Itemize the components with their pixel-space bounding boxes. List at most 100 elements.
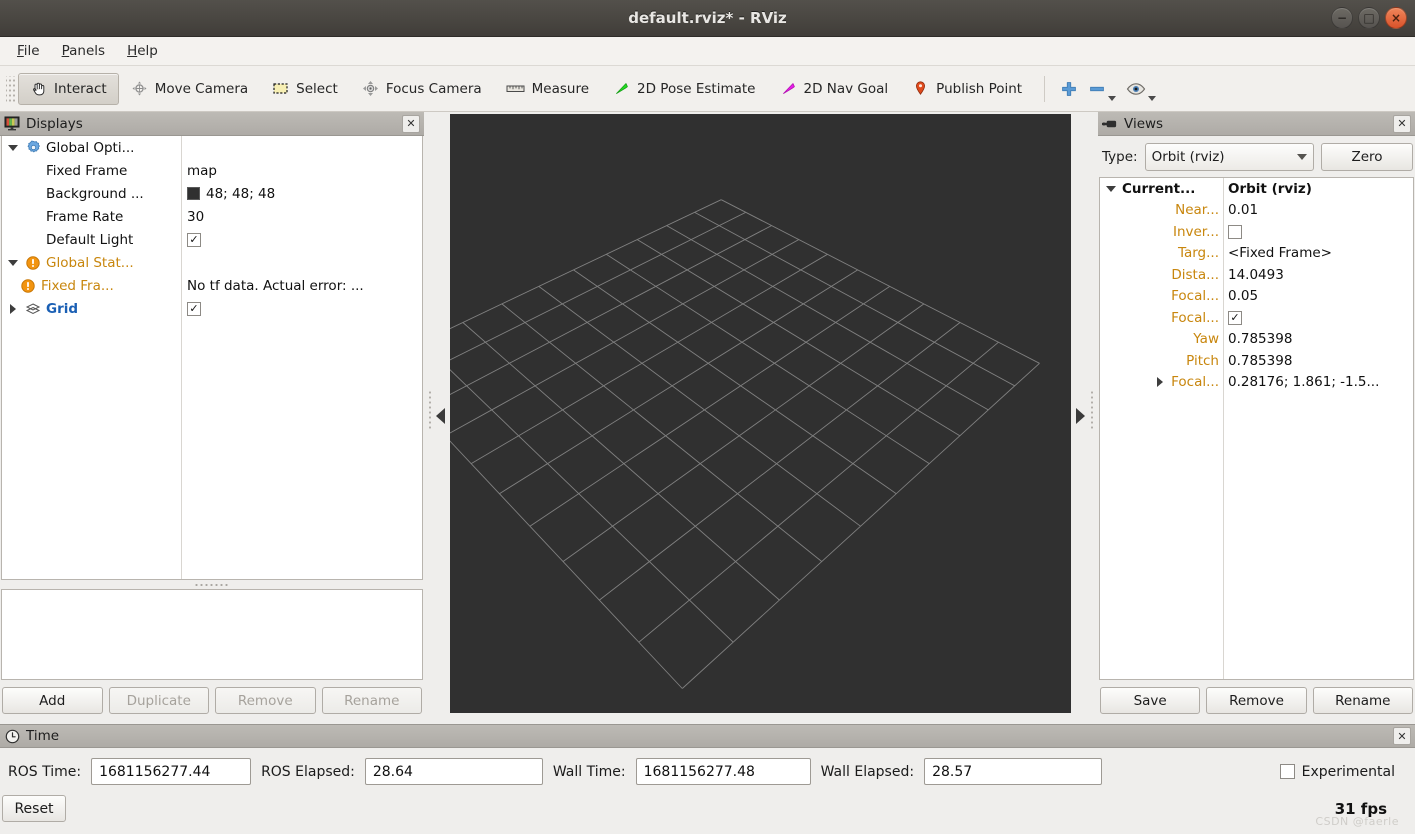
- tool-add-panel[interactable]: [1055, 73, 1083, 105]
- collapse-left-arrow-icon[interactable]: [435, 408, 445, 424]
- tree-value-default-light[interactable]: ✓: [181, 232, 422, 247]
- tree-value-frame-rate[interactable]: 30: [181, 209, 422, 225]
- add-button[interactable]: Add: [2, 687, 103, 714]
- views-item-distance[interactable]: Dista...: [1100, 267, 1223, 283]
- views-value-pitch[interactable]: 0.785398: [1223, 353, 1413, 369]
- table-row[interactable]: Dista... 14.0493: [1100, 264, 1413, 286]
- table-row[interactable]: Focal... 0.28176; 1.861; -1.5...: [1100, 372, 1413, 394]
- tool-focus-camera[interactable]: Focus Camera: [350, 73, 494, 105]
- views-item-current-view[interactable]: Current...: [1100, 181, 1223, 197]
- tree-item-fixed-frame[interactable]: Fixed Frame: [2, 163, 181, 179]
- table-row[interactable]: Inver...: [1100, 221, 1413, 243]
- tree-item-global-status[interactable]: Global Stat...: [2, 255, 181, 271]
- duplicate-button[interactable]: Duplicate: [108, 687, 209, 714]
- table-row[interactable]: Near... 0.01: [1100, 200, 1413, 222]
- view-type-dropdown[interactable]: Orbit (rviz): [1144, 143, 1314, 171]
- views-remove-button[interactable]: Remove: [1206, 687, 1307, 714]
- views-rename-button[interactable]: Rename: [1312, 687, 1413, 714]
- invert-z-checkbox[interactable]: [1228, 224, 1242, 239]
- table-row[interactable]: Fixed Frame map: [2, 159, 422, 182]
- ros-time-input[interactable]: 1681156277.44: [91, 758, 252, 785]
- displays-tree[interactable]: Global Opti... Fixed Frame map Backgroun…: [1, 136, 423, 580]
- views-item-near-clip[interactable]: Near...: [1100, 202, 1223, 218]
- right-splitter[interactable]: [1071, 112, 1098, 720]
- 3d-viewport[interactable]: [450, 114, 1071, 713]
- tree-item-background-color[interactable]: Background ...: [2, 186, 181, 202]
- table-row[interactable]: Fixed Fra... No tf data. Actual error: .…: [2, 274, 422, 297]
- close-button[interactable]: ×: [1385, 7, 1407, 29]
- tree-value-grid[interactable]: ✓: [181, 301, 422, 316]
- tool-select[interactable]: Select: [260, 73, 350, 105]
- views-value-focal-point[interactable]: 0.28176; 1.861; -1.5...: [1223, 374, 1413, 390]
- views-item-focal-shape-size[interactable]: Focal...: [1100, 288, 1223, 304]
- table-row[interactable]: Frame Rate 30: [2, 205, 422, 228]
- default-light-checkbox[interactable]: ✓: [187, 232, 201, 247]
- table-row[interactable]: Focal... ✓: [1100, 307, 1413, 329]
- views-item-pitch[interactable]: Pitch: [1100, 353, 1223, 369]
- maximize-button[interactable]: □: [1358, 7, 1380, 29]
- tool-2d-nav-goal[interactable]: 2D Nav Goal: [768, 73, 901, 105]
- table-row[interactable]: Current... Orbit (rviz): [1100, 178, 1413, 200]
- displays-splitter-handle[interactable]: [0, 580, 424, 589]
- table-row[interactable]: Focal... 0.05: [1100, 286, 1413, 308]
- views-value-yaw[interactable]: 0.785398: [1223, 331, 1413, 347]
- table-row[interactable]: Default Light ✓: [2, 228, 422, 251]
- views-value-focal-shape-size[interactable]: 0.05: [1223, 288, 1413, 304]
- chevron-down-icon-2[interactable]: [1148, 95, 1157, 101]
- twisty-down-icon-3[interactable]: [1104, 185, 1118, 192]
- wall-elapsed-input[interactable]: 28.57: [924, 758, 1103, 785]
- menu-panels[interactable]: Panels: [53, 40, 114, 62]
- zero-button[interactable]: Zero: [1321, 143, 1413, 171]
- grid-checkbox[interactable]: ✓: [187, 301, 201, 316]
- twisty-down-icon-2[interactable]: [6, 259, 20, 266]
- twisty-right-icon-2[interactable]: [1153, 377, 1167, 388]
- views-value-invert-z[interactable]: [1223, 224, 1413, 239]
- minimize-button[interactable]: −: [1331, 7, 1353, 29]
- table-row[interactable]: Global Opti...: [2, 136, 422, 159]
- displays-panel-close-button[interactable]: ✕: [402, 114, 420, 133]
- tree-value-fixed-frame-status[interactable]: No tf data. Actual error: ...: [181, 278, 422, 294]
- expand-right-arrow-icon[interactable]: [1076, 408, 1085, 424]
- tool-visibility[interactable]: [1121, 73, 1161, 105]
- tool-move-camera[interactable]: Move Camera: [119, 73, 260, 105]
- views-item-yaw[interactable]: Yaw: [1100, 331, 1223, 347]
- tree-item-global-options[interactable]: Global Opti...: [2, 140, 181, 156]
- tree-item-default-light[interactable]: Default Light: [2, 232, 181, 248]
- experimental-checkbox[interactable]: [1279, 764, 1295, 779]
- tool-measure[interactable]: Measure: [494, 73, 601, 105]
- twisty-down-icon[interactable]: [6, 144, 20, 151]
- focal-shape-fixed-checkbox[interactable]: ✓: [1228, 310, 1242, 325]
- tree-value-fixed-frame[interactable]: map: [181, 163, 422, 179]
- views-item-invert-z[interactable]: Inver...: [1100, 224, 1223, 240]
- remove-button[interactable]: Remove: [215, 687, 316, 714]
- tree-item-fixed-frame-status[interactable]: Fixed Fra...: [2, 278, 181, 294]
- menu-help[interactable]: Help: [118, 40, 167, 62]
- table-row[interactable]: Yaw 0.785398: [1100, 329, 1413, 351]
- table-row[interactable]: Pitch 0.785398: [1100, 350, 1413, 372]
- toolbar-grip[interactable]: [6, 75, 15, 102]
- tree-item-grid[interactable]: Grid: [2, 301, 181, 317]
- table-row[interactable]: Global Stat...: [2, 251, 422, 274]
- chevron-down-icon[interactable]: [1108, 95, 1117, 101]
- tree-value-background-color[interactable]: 48; 48; 48: [181, 186, 422, 202]
- views-item-focal-shape-fixed[interactable]: Focal...: [1100, 310, 1223, 326]
- views-item-focal-point[interactable]: Focal...: [1100, 374, 1223, 390]
- ros-elapsed-input[interactable]: 28.64: [364, 758, 543, 785]
- tool-interact[interactable]: Interact: [18, 72, 119, 105]
- twisty-right-icon[interactable]: [6, 303, 20, 314]
- reset-button[interactable]: Reset: [2, 795, 66, 822]
- rename-button[interactable]: Rename: [321, 687, 422, 714]
- table-row[interactable]: Background ... 48; 48; 48: [2, 182, 422, 205]
- views-value-focal-shape-fixed[interactable]: ✓: [1223, 310, 1413, 325]
- time-panel-close-button[interactable]: ✕: [1393, 727, 1411, 745]
- views-panel-close-button[interactable]: ✕: [1393, 114, 1411, 133]
- views-value-target-frame[interactable]: <Fixed Frame>: [1223, 245, 1413, 261]
- views-tree[interactable]: Current... Orbit (rviz) Near... 0.01 Inv…: [1099, 177, 1414, 680]
- tool-publish-point[interactable]: Publish Point: [900, 73, 1034, 105]
- views-save-button[interactable]: Save: [1100, 687, 1201, 714]
- menu-file[interactable]: File: [8, 40, 49, 62]
- table-row[interactable]: Grid ✓: [2, 297, 422, 320]
- tree-item-frame-rate[interactable]: Frame Rate: [2, 209, 181, 225]
- views-item-target-frame[interactable]: Targ...: [1100, 245, 1223, 261]
- left-splitter[interactable]: [424, 112, 450, 720]
